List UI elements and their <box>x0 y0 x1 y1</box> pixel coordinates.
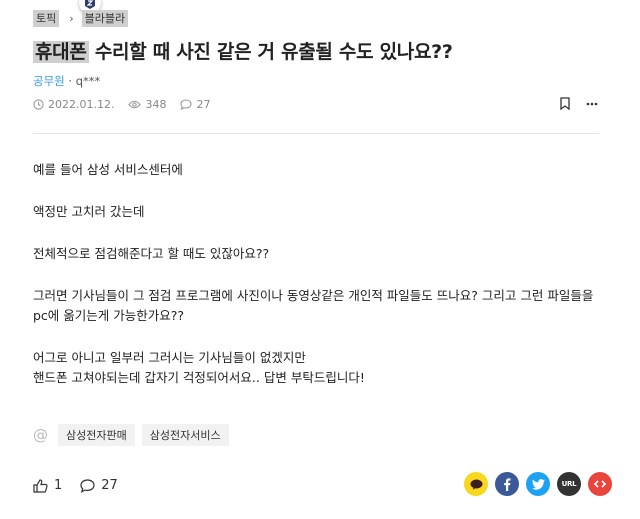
author-org-link[interactable]: 공무원 <box>33 74 65 88</box>
facebook-icon <box>504 477 511 491</box>
comment-total: 27 <box>101 478 118 493</box>
more-icon <box>586 102 598 105</box>
clock-icon <box>33 99 44 110</box>
post-meta: 2022.01.12. 348 27 <box>33 98 224 111</box>
comment-icon <box>80 478 95 493</box>
comments-text: 27 <box>196 98 211 111</box>
title-highlight: 휴대폰 <box>33 41 89 63</box>
url-copy-button[interactable]: URL <box>557 472 581 496</box>
share-link-button[interactable] <box>588 472 612 496</box>
breadcrumb-category[interactable]: 블라블라 <box>81 9 129 27</box>
author-info: 공무원 · q*** <box>33 73 100 89</box>
body-paragraph: 어그로 아니고 일부러 그러시는 기사님들이 없겠지만 <box>33 350 306 365</box>
twitter-share-button[interactable] <box>526 472 550 496</box>
at-icon: @ <box>33 426 48 444</box>
post-actions <box>544 97 598 110</box>
tag-item[interactable]: 삼성전자서비스 <box>141 424 229 446</box>
body-paragraph: 핸드폰 고쳐야되는데 갑자기 걱정되어서요.. 답변 부탁드립니다! <box>33 370 365 385</box>
tag-list: @ 삼성전자판매 삼성전자서비스 <box>33 424 236 446</box>
like-count: 1 <box>54 478 63 493</box>
body-paragraph: 전체적으로 점검해준다고 할 때도 있잖아요?? <box>33 246 270 261</box>
views-text: 348 <box>145 98 167 111</box>
thumbs-up-icon <box>33 478 48 493</box>
date-text: 2022.01.12. <box>48 98 115 111</box>
comment-icon <box>180 99 193 110</box>
reaction-bar: 1 27 <box>33 478 136 493</box>
body-paragraph: 예를 들어 삼성 서비스센터에 <box>33 162 183 177</box>
breadcrumb-topic[interactable]: 토픽 <box>33 9 60 27</box>
comment-button[interactable]: 27 <box>80 478 118 493</box>
post-date: 2022.01.12. <box>33 98 114 111</box>
post-body: 예를 들어 삼성 서비스센터에 액정만 고치러 갔는데 전체적으로 점검해준다고… <box>33 160 603 410</box>
title-text: 수리할 때 사진 같은 거 유출될 수도 있나요?? <box>88 41 453 63</box>
body-paragraph: 액정만 고치러 갔는데 <box>33 204 145 219</box>
breadcrumb: 토픽 › 블라블라 <box>33 9 129 27</box>
comment-count: 27 <box>180 98 210 111</box>
author-name: q*** <box>75 74 101 88</box>
share-bar: URL <box>457 472 612 496</box>
chevron-right-icon: › <box>69 11 74 25</box>
bookmark-button[interactable] <box>560 97 570 110</box>
body-paragraph: 그러면 기사님들이 그 점검 프로그램에 사진이나 동영상같은 개인적 파일들도… <box>33 288 594 323</box>
app-logo-icon <box>85 0 95 9</box>
page-title: 휴대폰 수리할 때 사진 같은 거 유출될 수도 있나요?? <box>33 37 453 64</box>
kakao-share-button[interactable] <box>464 472 488 496</box>
facebook-share-button[interactable] <box>495 472 519 496</box>
twitter-icon <box>531 478 545 490</box>
eye-icon <box>128 100 142 109</box>
divider <box>33 133 599 134</box>
more-button[interactable] <box>586 102 598 106</box>
like-button[interactable]: 1 <box>33 478 62 493</box>
share-link-icon <box>594 480 606 488</box>
kakao-icon <box>470 479 482 490</box>
tag-item[interactable]: 삼성전자판매 <box>58 424 135 446</box>
view-count: 348 <box>128 98 166 111</box>
bookmark-icon <box>560 97 570 110</box>
author-separator: · <box>64 74 76 88</box>
